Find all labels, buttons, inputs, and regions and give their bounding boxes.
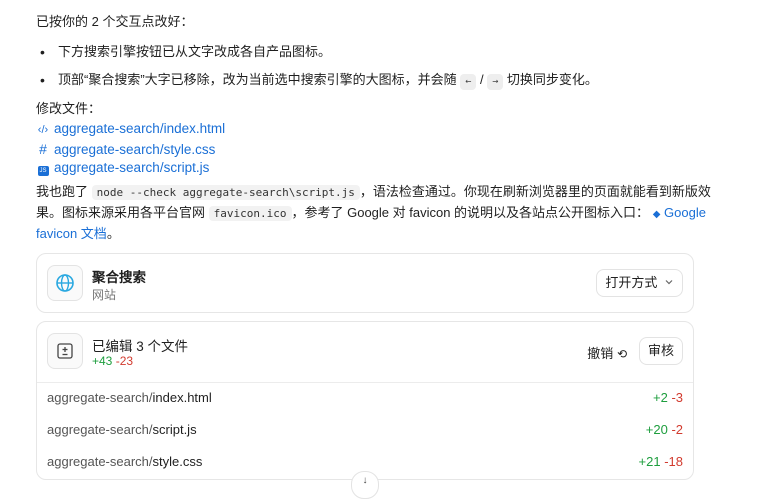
google-diamond-icon: ◆	[652, 209, 661, 220]
open-with-label: 打开方式	[605, 275, 658, 290]
file-link-label: aggregate-search/style.css	[54, 142, 216, 157]
review-button[interactable]: 审核	[638, 337, 683, 365]
edit-stats: +43 -23	[92, 354, 133, 368]
code-icon: ‹/›	[37, 124, 49, 136]
modified-files-label: 修改文件：	[36, 101, 102, 116]
hash-icon: #	[39, 141, 47, 157]
key-separator: /	[479, 72, 484, 87]
file-path: aggregate-search/script.js	[47, 422, 197, 437]
bullet-2-pre: 顶部“聚合搜索”大字已移除，改为当前选中搜索引擎的大图标，并会随	[58, 72, 457, 87]
para-text: ，语法检查通过。你现在刷新浏览器里的页面就能看到新版效	[359, 184, 711, 199]
file-path: aggregate-search/style.css	[47, 454, 203, 469]
site-subtitle: 网站	[92, 288, 117, 302]
total-additions: +43	[92, 354, 113, 368]
para-text: 。	[106, 226, 120, 241]
site-title: 聚合搜索	[92, 270, 146, 285]
chevron-down-icon	[665, 280, 673, 285]
site-card: 聚合搜索 网站 打开方式	[36, 253, 694, 313]
file-stats: +20 -2	[645, 422, 683, 437]
paragraph-line-3: favicon 文档。	[36, 224, 120, 244]
bullet-1-text: 下方搜索引擎按钮已从文字改成各自产品图标。	[58, 44, 332, 59]
file-link-label: aggregate-search/script.js	[54, 160, 210, 175]
divider	[37, 382, 693, 383]
google-link[interactable]: ◆ Google	[653, 205, 706, 220]
undo-button[interactable]: 撤销 ⟲	[587, 343, 627, 362]
inline-code-command: node --check aggregate-search\script.js	[91, 185, 360, 200]
diff-icon	[57, 343, 73, 359]
site-icon-box	[47, 265, 83, 301]
para-text: 果。图标来源采用各平台官网	[36, 205, 206, 220]
paragraph-line-2: 果。图标来源采用各平台官网 favicon.ico ，参考了 Google 对 f…	[36, 203, 706, 225]
para-text: ，参考了 Google 对 favicon 的说明以及各站点公开图标入口：	[291, 205, 650, 220]
file-row[interactable]: aggregate-search/script.js +20 -2	[37, 416, 693, 448]
scroll-down-button[interactable]: ↓	[351, 471, 379, 499]
link-label: Google	[664, 205, 706, 220]
intro-text: 已按你的 2 个交互点改好：	[36, 14, 194, 29]
total-deletions: -23	[115, 354, 134, 368]
file-link-index-html[interactable]: ‹/› aggregate-search/index.html	[36, 119, 225, 140]
paragraph-line-1: 我也跑了 node --check aggregate-search\scrip…	[36, 182, 711, 203]
favicon-docs-link[interactable]: favicon 文档	[36, 226, 107, 241]
bullet-dot: •	[40, 72, 45, 88]
para-text: 我也跑了	[36, 184, 89, 199]
bullet-2-post: 切换同步变化。	[506, 72, 598, 87]
inline-code-favicon: favicon.ico	[208, 206, 292, 221]
globe-icon	[56, 274, 74, 292]
file-stats: +2 -3	[652, 390, 683, 405]
right-arrow-key: →	[487, 74, 504, 90]
file-stats: +21 -18	[638, 454, 683, 469]
file-path: aggregate-search/index.html	[47, 390, 212, 405]
edited-files-card: 已编辑 3 个文件 +43 -23 撤销 ⟲ 审核 aggregate-sear…	[36, 321, 694, 480]
open-with-button[interactable]: 打开方式	[596, 269, 683, 297]
undo-label: 撤销	[587, 346, 614, 361]
edited-title: 已编辑 3 个文件	[92, 339, 189, 354]
file-row[interactable]: aggregate-search/index.html +2 -3	[37, 384, 693, 416]
undo-icon: ⟲	[616, 347, 627, 361]
left-arrow-key: ←	[460, 74, 477, 90]
bullet-2: 顶部“聚合搜索”大字已移除，改为当前选中搜索引擎的大图标，并会随 ← / → 切…	[58, 70, 598, 90]
diff-icon-box	[47, 333, 83, 369]
arrow-down-icon: ↓	[362, 475, 368, 486]
file-link-label: aggregate-search/index.html	[54, 121, 226, 136]
file-link-style-css[interactable]: # aggregate-search/style.css	[36, 139, 215, 160]
bullet-dot: •	[40, 44, 45, 60]
js-icon: JS	[37, 166, 49, 176]
file-link-script-js[interactable]: JS aggregate-search/script.js	[36, 158, 209, 179]
